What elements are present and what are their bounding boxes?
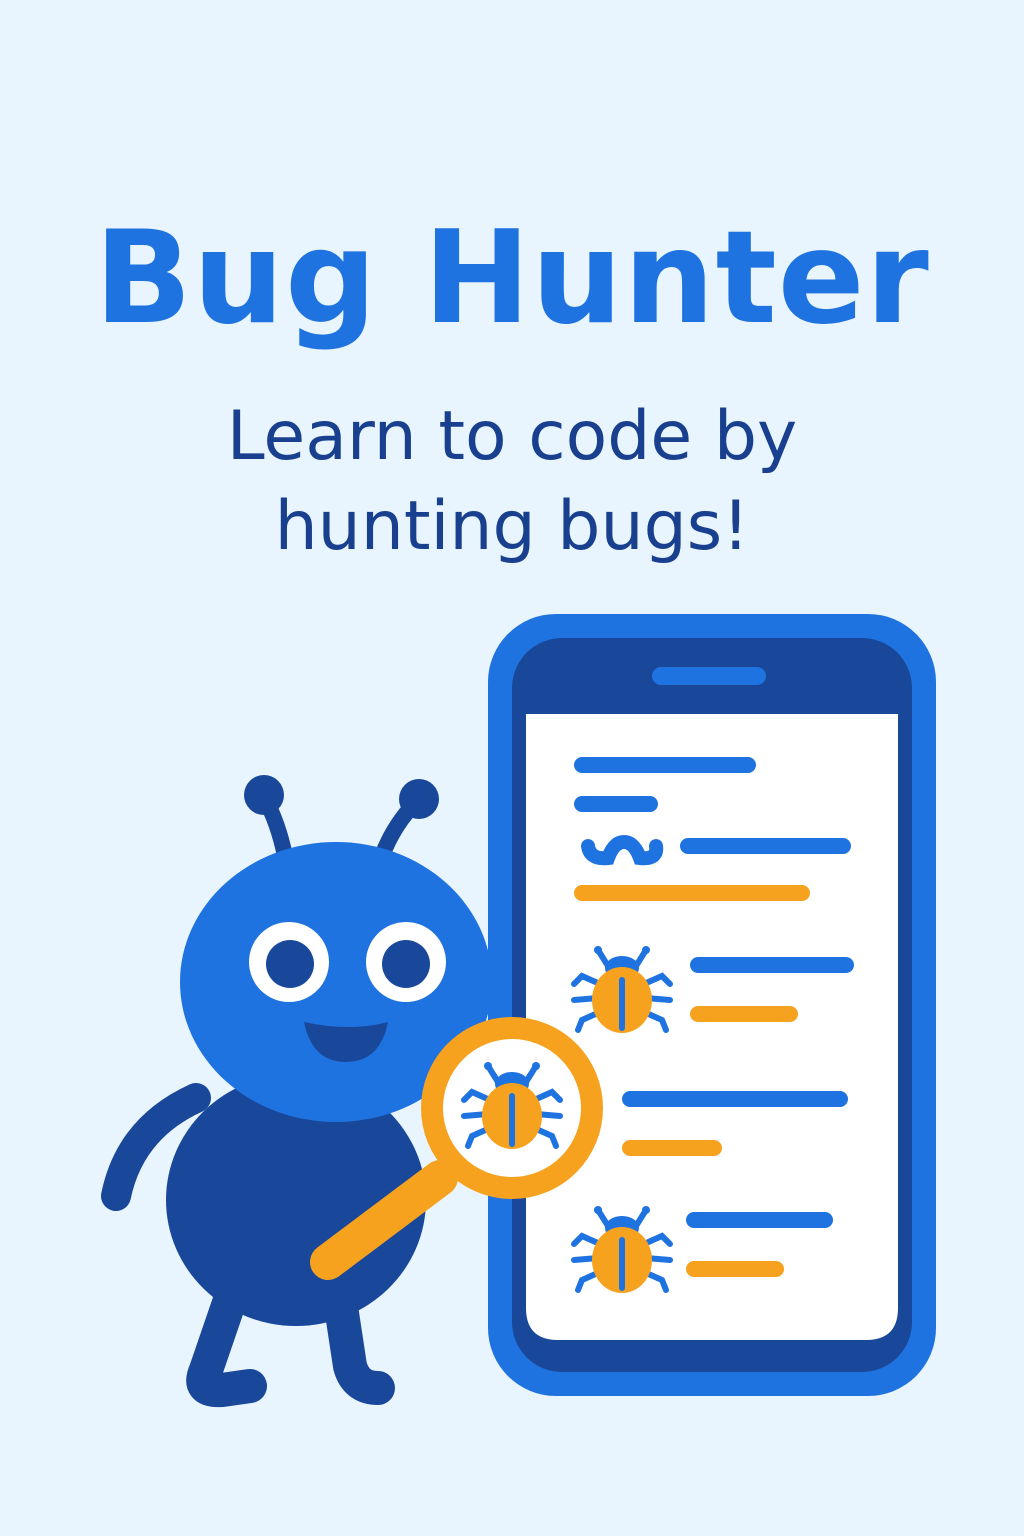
illustration bbox=[101, 614, 936, 1408]
phone-speaker bbox=[652, 667, 766, 685]
antenna-tip bbox=[244, 775, 284, 815]
antenna-tip bbox=[399, 779, 439, 819]
smartphone bbox=[488, 614, 936, 1396]
